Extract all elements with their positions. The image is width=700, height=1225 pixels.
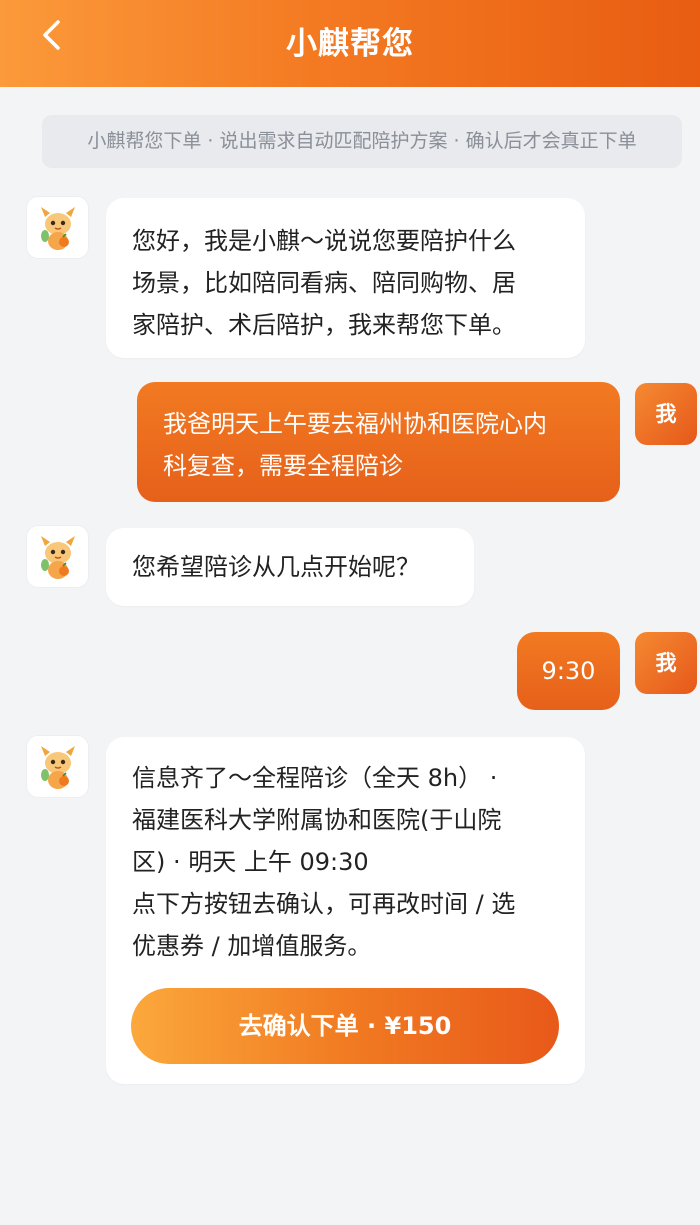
message-line: 我爸明天上午要去福州协和医院心内 bbox=[163, 410, 547, 438]
bot-avatar bbox=[26, 525, 89, 588]
user-message: 我爸明天上午要去福州协和医院心内 科复查，需要全程陪诊 bbox=[137, 382, 620, 502]
user-message: 9:30 bbox=[517, 632, 620, 710]
bot-message-summary: 信息齐了～全程陪诊（全天 8h） · 福建医科大学附属协和医院(于山院 区) ·… bbox=[106, 737, 585, 1084]
bot-avatar bbox=[26, 196, 89, 259]
message-line: 家陪护、术后陪护，我来帮您下单。 bbox=[132, 311, 516, 339]
user-avatar: 我 bbox=[635, 632, 697, 694]
bot-message: 您好，我是小麒～说说您要陪护什么 场景，比如陪同看病、陪同购物、居 家陪护、术后… bbox=[106, 198, 585, 358]
bot-avatar bbox=[26, 735, 89, 798]
message-line: 优惠券 / 加增值服务。 bbox=[132, 932, 372, 960]
mascot-icon bbox=[41, 536, 75, 579]
message-line: 点下方按钮去确认，可再改时间 / 选 bbox=[132, 890, 516, 918]
mascot-icon bbox=[41, 207, 75, 250]
message-line: 9:30 bbox=[541, 657, 596, 685]
message-line: 场景，比如陪同看病、陪同购物、居 bbox=[132, 269, 516, 297]
mascot-icon bbox=[41, 746, 75, 789]
confirm-order-button[interactable]: 去确认下单 · ¥150 bbox=[131, 988, 559, 1064]
page-title: 小麒帮您 bbox=[286, 26, 414, 62]
bot-message: 您希望陪诊从几点开始呢？ bbox=[106, 528, 474, 606]
message-line: 您希望陪诊从几点开始呢？ bbox=[132, 553, 420, 581]
message-line: 科复查，需要全程陪诊 bbox=[163, 452, 403, 480]
chat-screen: 小麒帮您 小麒帮您下单 · 说出需求自动匹配陪护方案 · 确认后才会真正下单 您… bbox=[0, 0, 700, 1225]
message-line: 福建医科大学附属协和医院(于山院 bbox=[132, 806, 502, 834]
message-line: 区) · 明天 上午 09:30 bbox=[132, 848, 369, 876]
header-bar: 小麒帮您 bbox=[0, 0, 700, 87]
message-line: 您好，我是小麒～说说您要陪护什么 bbox=[132, 227, 516, 255]
message-line: 信息齐了～全程陪诊（全天 8h） · bbox=[132, 764, 498, 792]
notice-banner: 小麒帮您下单 · 说出需求自动匹配陪护方案 · 确认后才会真正下单 bbox=[42, 115, 682, 168]
user-avatar: 我 bbox=[635, 383, 697, 445]
